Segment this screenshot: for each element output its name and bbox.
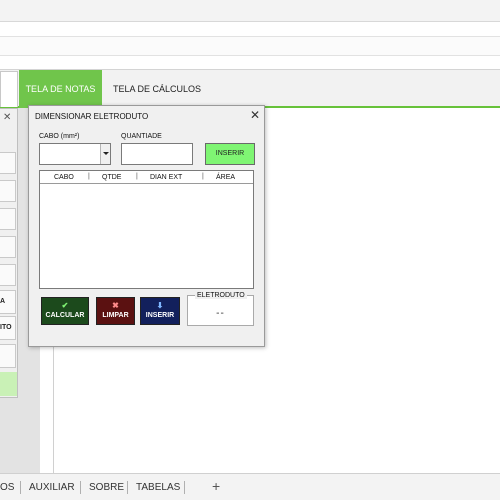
list-header: CABO | QTDE | DIAN EXT | ÁREA — [40, 171, 253, 184]
close-icon[interactable]: ✕ — [250, 108, 260, 122]
background-field[interactable] — [0, 344, 16, 368]
cabo-combobox[interactable] — [39, 143, 111, 165]
sheet-tab-tabelas[interactable]: TABELAS — [136, 482, 180, 493]
cabo-label: CABO (mm²) — [39, 133, 80, 140]
limpar-label: LIMPAR — [102, 312, 129, 319]
sheet-tab-os[interactable]: OS — [0, 482, 14, 493]
calcular-label: CALCULAR — [45, 312, 85, 319]
background-button-label: A — [0, 298, 6, 305]
column-separator: | — [202, 173, 204, 180]
formula-input[interactable] — [0, 36, 500, 56]
close-icon[interactable]: ✕ — [3, 112, 11, 123]
background-field[interactable] — [0, 152, 16, 174]
add-sheet-icon[interactable]: + — [212, 478, 220, 494]
sheet-tab-sobre[interactable]: SOBRE — [89, 482, 124, 493]
dialog-title: DIMENSIONAR ELETRODUTO — [35, 112, 149, 121]
background-field[interactable] — [0, 264, 16, 286]
inserir-button[interactable]: ⬇ INSERIR — [140, 297, 180, 325]
column-header-cabo: CABO — [54, 174, 74, 181]
tab-left-stub[interactable] — [0, 71, 18, 107]
formula-bar-area — [0, 22, 500, 70]
eletroduto-label: ELETRODUTO — [195, 292, 247, 299]
background-field[interactable] — [0, 208, 16, 230]
background-button-label: ITO — [0, 324, 12, 331]
eletroduto-value: -- — [216, 308, 225, 319]
tab-tela-de-calculos[interactable]: TELA DE CÁLCULOS — [102, 70, 212, 108]
ribbon-bar — [0, 0, 500, 22]
tab-divider — [20, 481, 21, 494]
quantidade-input[interactable] — [121, 143, 193, 165]
sheet-tab-strip: TELA DE NOTAS TELA DE CÁLCULOS — [0, 70, 500, 108]
x-icon: ✖ — [112, 301, 119, 310]
inserir-label: INSERIR — [145, 312, 175, 319]
arrow-down-icon: ⬇ — [156, 301, 164, 310]
column-header-qtde: QTDE — [102, 174, 122, 181]
tab-divider — [184, 481, 185, 494]
chevron-down-icon[interactable] — [100, 144, 110, 164]
sheet-tabs-bar: OS AUXILIAR SOBRE TABELAS + — [0, 473, 500, 500]
dimensionar-eletroduto-dialog: DIMENSIONAR ELETRODUTO ✕ CABO (mm²) QUAN… — [28, 105, 265, 347]
inserir-top-button[interactable]: INSERIR — [205, 143, 255, 165]
background-green-button[interactable] — [0, 372, 17, 396]
tab-tela-de-notas[interactable]: TELA DE NOTAS — [19, 70, 102, 108]
background-field[interactable] — [0, 180, 16, 202]
tab-divider — [127, 481, 128, 494]
cabos-listbox[interactable]: CABO | QTDE | DIAN EXT | ÁREA — [39, 170, 254, 289]
tab-divider — [80, 481, 81, 494]
check-icon: ✔ — [61, 301, 69, 310]
column-separator: | — [88, 173, 90, 180]
background-field[interactable] — [0, 236, 16, 258]
sheet-tab-auxiliar[interactable]: AUXILIAR — [29, 482, 75, 493]
eletroduto-result-frame: -- — [187, 295, 254, 326]
calcular-button[interactable]: ✔ CALCULAR — [41, 297, 89, 325]
column-header-area: ÁREA — [216, 174, 236, 181]
column-separator: | — [136, 173, 138, 180]
quantidade-label: QUANTIADE — [121, 133, 162, 140]
limpar-button[interactable]: ✖ LIMPAR — [96, 297, 135, 325]
column-header-dian-ext: DIAN EXT — [150, 174, 183, 181]
